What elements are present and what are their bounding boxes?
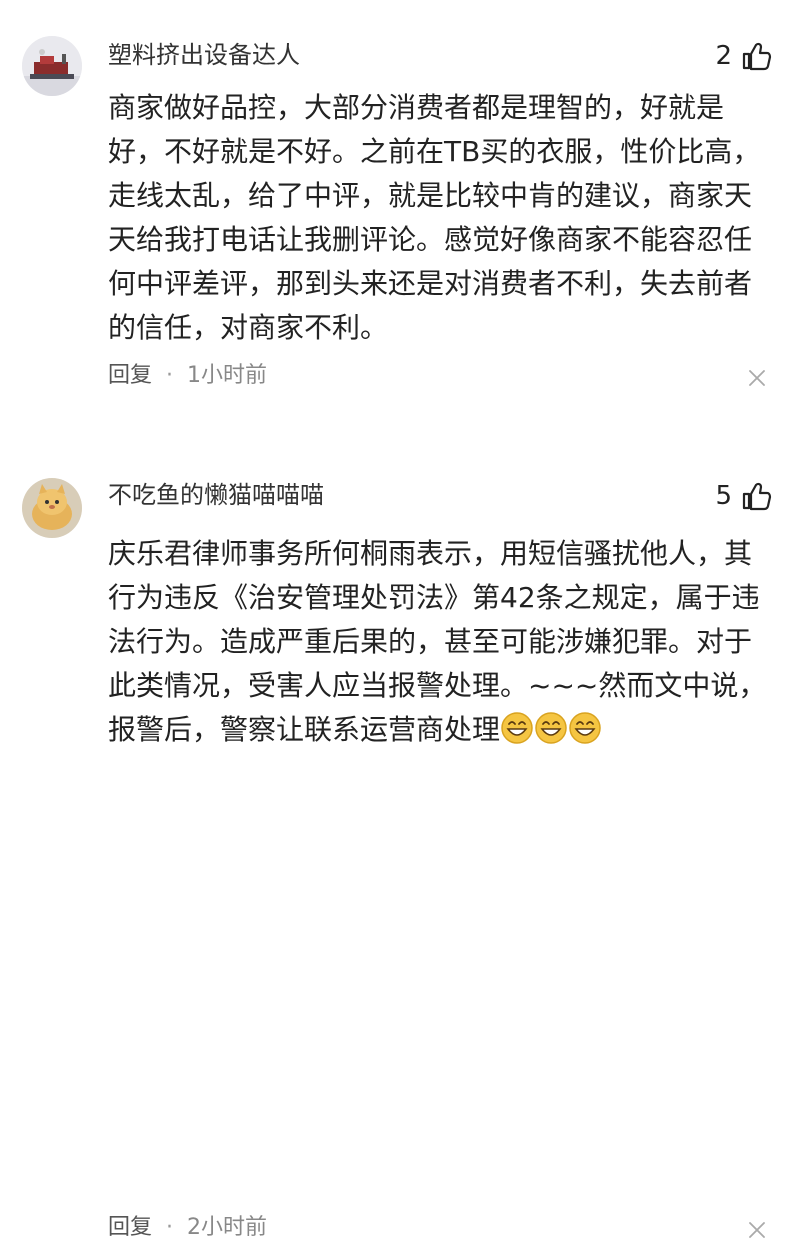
- grinning-emoji: [501, 712, 533, 744]
- comment-text: 庆乐君律师事务所何桐雨表示，用短信骚扰他人，其 行为违反《治安管理处罚法》第42…: [108, 532, 768, 758]
- reply-button[interactable]: 回复: [108, 1214, 152, 1242]
- avatar[interactable]: [22, 478, 82, 538]
- close-icon[interactable]: [748, 369, 766, 387]
- reply-button[interactable]: 回复: [108, 362, 152, 390]
- comment-meta: 回复 · 1小时前: [108, 362, 267, 390]
- username[interactable]: 塑料挤出设备达人: [108, 40, 300, 70]
- like-count: 5: [715, 481, 732, 511]
- comment-meta: 回复 · 2小时前: [108, 1214, 267, 1242]
- emoji-group: [500, 711, 602, 758]
- grinning-emoji: [535, 712, 567, 744]
- comment-text-content: 庆乐君律师事务所何桐雨表示，用短信骚扰他人，其 行为违反《治安管理处罚法》第42…: [108, 537, 767, 746]
- like-button[interactable]: 5: [715, 480, 772, 512]
- thumbs-up-icon: [742, 42, 772, 71]
- timestamp: 1小时前: [187, 363, 268, 388]
- comment-text: 商家做好品控，大部分消费者都是理智的，好就是 好，不好就是不好。之前在TB买的衣…: [108, 91, 761, 344]
- thumbs-up-icon: [742, 482, 772, 511]
- timestamp: 2小时前: [187, 1215, 268, 1240]
- like-count: 2: [715, 41, 732, 71]
- meta-separator: ·: [166, 363, 174, 388]
- cat-avatar-icon: [22, 478, 82, 538]
- meta-separator: ·: [166, 1215, 174, 1240]
- factory-avatar-icon: [22, 36, 82, 96]
- grinning-emoji: [569, 712, 601, 744]
- close-icon[interactable]: [748, 1221, 766, 1239]
- like-button[interactable]: 2: [715, 40, 772, 72]
- avatar[interactable]: [22, 36, 82, 96]
- username[interactable]: 不吃鱼的懒猫喵喵喵: [108, 480, 324, 510]
